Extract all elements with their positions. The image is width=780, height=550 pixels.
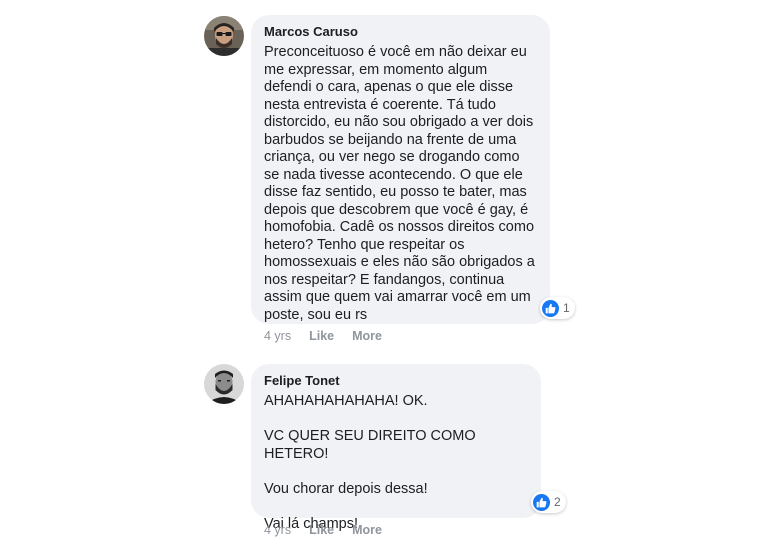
reaction-summary[interactable]: 2 [531,491,566,513]
like-button[interactable]: Like [309,523,334,537]
reaction-count: 2 [554,495,561,509]
like-button[interactable]: Like [309,329,334,343]
comment-text: Preconceituoso é você em não deixar eu m… [264,44,535,323]
comment-bubble: Felipe Tonet AHAHAHAHAHAHA! OK. VC QUER … [251,364,541,532]
comment-timestamp[interactable]: 4 yrs [264,329,291,343]
avatar[interactable] [204,364,244,404]
comment-author[interactable]: Felipe Tonet [264,373,529,389]
like-icon [533,493,550,511]
comment-timestamp[interactable]: 4 yrs [264,523,291,537]
avatar[interactable] [204,16,244,56]
comment-actions: 4 yrs Like More [264,523,400,537]
more-button[interactable]: More [352,523,382,537]
more-button[interactable]: More [352,329,382,343]
reaction-summary[interactable]: 1 [540,297,575,319]
comment-author[interactable]: Marcos Caruso [264,24,538,40]
comment-bubble: Marcos Caruso Preconceituoso é você em n… [251,15,550,324]
reaction-count: 1 [563,301,570,315]
comment-actions: 4 yrs Like More [264,329,400,343]
like-icon [542,299,559,317]
comment-text: AHAHAHAHAHAHA! OK. VC QUER SEU DIREITO C… [264,393,476,532]
